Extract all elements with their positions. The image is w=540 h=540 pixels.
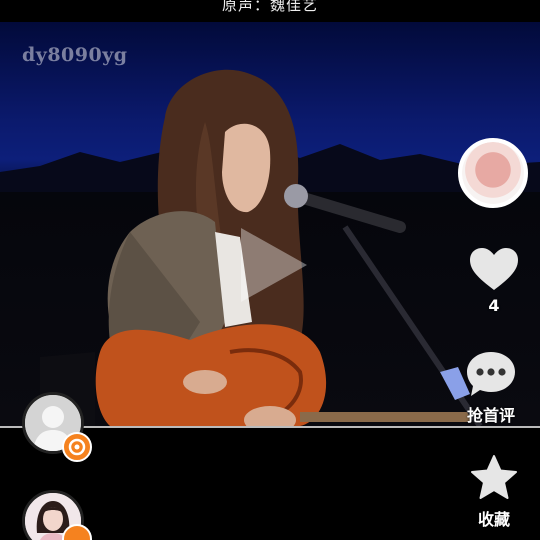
- heart-icon: [470, 248, 518, 290]
- eye-icon: [68, 438, 86, 456]
- music-disc-button[interactable]: [458, 138, 528, 208]
- album-cover-icon: [462, 142, 524, 204]
- like-button[interactable]: 4: [462, 246, 526, 315]
- comment-icon: [467, 352, 515, 396]
- favorite-label: 收藏: [477, 510, 510, 529]
- like-count: 4: [488, 296, 500, 315]
- video-watermark: dy8090yg: [22, 44, 128, 66]
- comment-button[interactable]: 抢首评: [459, 350, 523, 426]
- original-sound-caption[interactable]: 原声：魏佳艺: [0, 0, 540, 22]
- live-badge-icon[interactable]: [62, 432, 92, 462]
- star-icon: [471, 455, 517, 499]
- video-feed-screen: 原声：魏佳艺 dy8090yg 4 抢首评 收藏: [0, 0, 540, 540]
- play-icon[interactable]: [225, 220, 315, 310]
- favorite-button[interactable]: 收藏: [462, 454, 526, 530]
- comment-label: 抢首评: [466, 406, 515, 425]
